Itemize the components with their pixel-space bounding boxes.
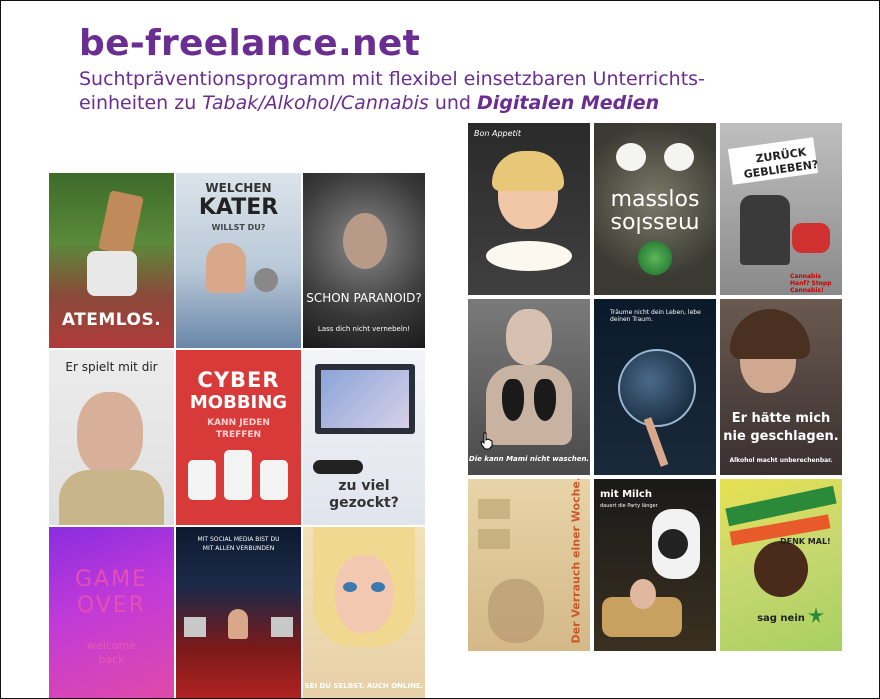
poster-paranoid-small: Lass dich nicht vernebeln! <box>317 325 411 333</box>
poster-spielt-text: Er spielt mit dir <box>65 360 158 374</box>
poster-gameover-c: welcome <box>86 639 137 652</box>
hand-cursor-icon <box>480 432 493 450</box>
poster-masslos: masslos masslos <box>594 123 716 295</box>
poster-gezockt-b: gezockt? <box>329 495 399 511</box>
poster-cyber: CYBER MOBBING KANN JEDEN TREFFEN <box>176 350 301 525</box>
poster-appetit-text: Bon Appetit <box>474 129 522 138</box>
subtitle-line1: Suchtpräventionsprogramm mit flexibel ei… <box>79 68 705 90</box>
poster-denkmal: DENK MAL! sag nein <box>720 479 842 651</box>
poster-cyber-b: MOBBING <box>189 392 288 413</box>
subtitle-prefix: einheiten zu <box>79 92 203 114</box>
poster-traeume: Träume nicht dein Leben, lebe deinen Tra… <box>594 299 716 475</box>
poster-verrauch-text: Der Verrauch einer Woche. <box>569 479 583 644</box>
poster-masslos-b: masslos <box>610 211 700 236</box>
page-subtitle: Suchtpräventionsprogramm mit flexibel ei… <box>79 67 869 115</box>
poster-gameover: GAME OVER welcome back <box>49 527 174 698</box>
poster-denkmal-a: DENK MAL! <box>780 537 831 546</box>
poster-cyber-a: CYBER <box>197 368 280 392</box>
poster-gezockt-a: zu viel <box>338 478 390 494</box>
poster-haette-b: nie geschlagen. <box>723 429 839 444</box>
slide: be-freelance.net Suchtpräventionsprogram… <box>0 0 880 699</box>
subtitle-italic: Tabak/Alkohol/Cannabis <box>202 92 429 114</box>
poster-cyber-d: TREFFEN <box>215 430 262 440</box>
poster-gameover-a: GAME <box>75 567 148 592</box>
poster-kater: WELCHEN KATER WILLST DU? <box>176 173 301 348</box>
poster-gameover-b: OVER <box>76 593 147 618</box>
poster-kater-small: WILLST DU? <box>211 223 266 232</box>
poster-atemlos-text: ATEMLOS. <box>61 310 162 330</box>
poster-appetit: Bon Appetit <box>468 123 590 295</box>
poster-zurueck-c: Cannabis Hanf? Stopp Cannabis! <box>790 273 832 294</box>
poster-atemlos: ATEMLOS. <box>49 173 174 348</box>
poster-kater-top: WELCHEN <box>205 181 272 195</box>
subtitle-and: und <box>428 92 478 114</box>
poster-paranoid-text: SCHON PARANOID? <box>306 291 422 305</box>
poster-lunge-text: Die kann Mami nicht waschen. <box>468 455 590 463</box>
page-title: be-freelance.net <box>79 23 421 64</box>
poster-social-text: MIT SOCIAL MEDIA BIST DU MIT ALLEN VERBU… <box>197 536 280 552</box>
poster-online-text: SEI DU SELBST. AUCH ONLINE. <box>304 682 424 690</box>
poster-zurueck: ZURÜCK GEBLIEBEN? Cannabis Hanf? Stopp C… <box>720 123 842 295</box>
poster-gezockt: zu viel gezockt? <box>303 350 425 525</box>
poster-paranoid: SCHON PARANOID? Lass dich nicht vernebel… <box>303 173 425 348</box>
poster-milch-a: mit Milch <box>600 489 652 500</box>
poster-haette: Er hätte mich nie geschlagen. Alkohol ma… <box>720 299 842 475</box>
poster-haette-a: Er hätte mich <box>731 411 831 426</box>
poster-haette-c: Alkohol macht unberechenbar. <box>729 457 833 464</box>
poster-social: MIT SOCIAL MEDIA BIST DU MIT ALLEN VERBU… <box>176 527 301 698</box>
poster-spielt: Er spielt mit dir <box>49 350 174 525</box>
poster-masslos-a: masslos <box>610 187 700 212</box>
poster-denkmal-b: sag nein <box>757 613 805 624</box>
subtitle-bold-italic: Digitalen Medien <box>477 92 660 114</box>
poster-online: SEI DU SELBST. AUCH ONLINE. <box>303 527 425 698</box>
poster-gameover-d: back <box>98 653 125 666</box>
poster-kater-main: KATER <box>198 195 279 220</box>
poster-milch: mit Milch dauert die Party länger <box>594 479 716 651</box>
poster-traeume-text: Träume nicht dein Leben, lebe deinen Tra… <box>610 309 701 323</box>
poster-cyber-c: KANN JEDEN <box>207 418 270 428</box>
poster-verrauch: Der Verrauch einer Woche. <box>468 479 590 651</box>
poster-milch-b: dauert die Party länger <box>600 503 658 509</box>
